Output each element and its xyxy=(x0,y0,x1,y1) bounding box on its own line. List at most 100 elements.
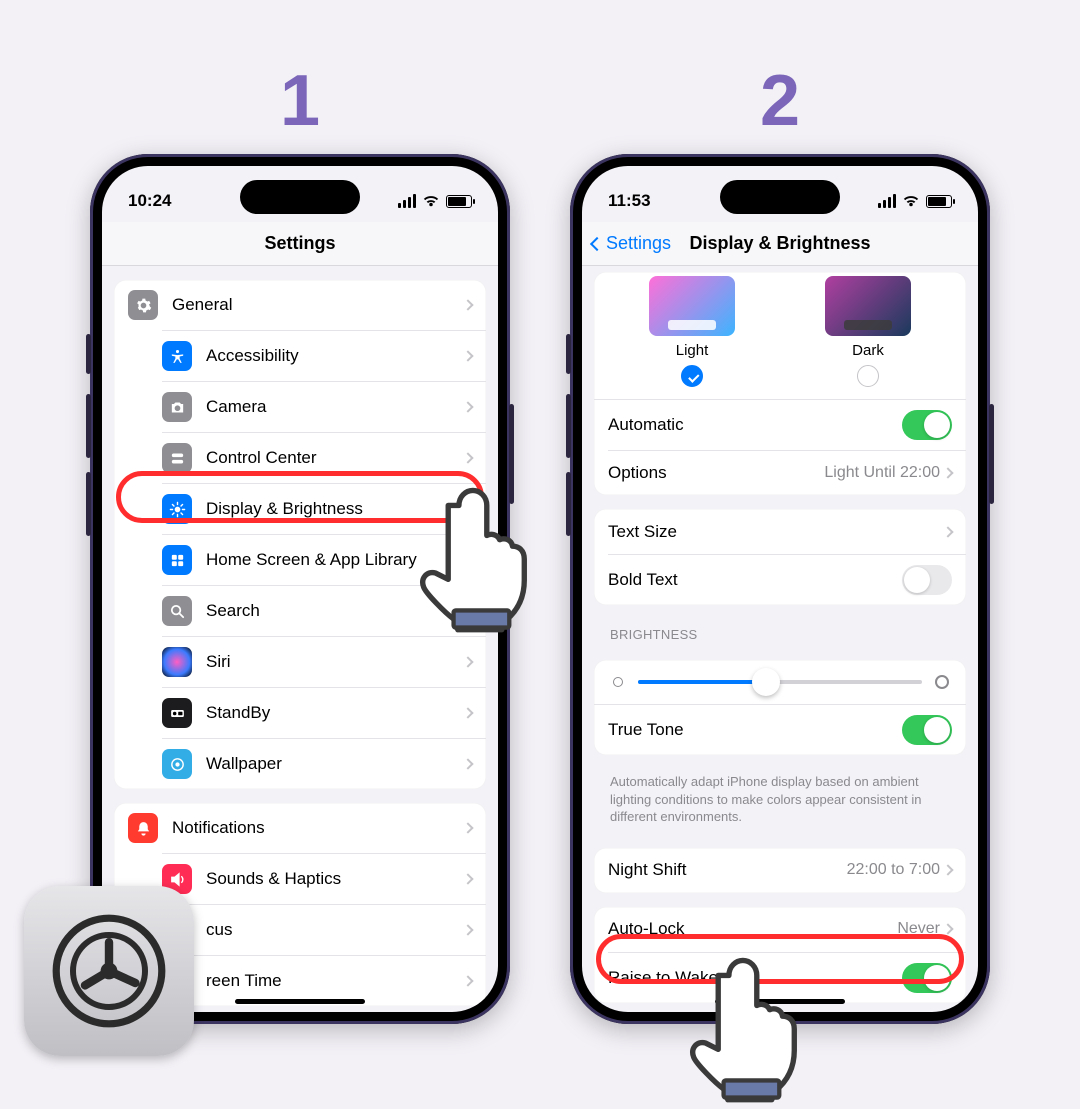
row-auto-lock[interactable]: Auto-Lock Never xyxy=(594,907,966,952)
toggle-on[interactable] xyxy=(902,410,952,440)
siri-icon xyxy=(162,647,192,677)
row-wallpaper[interactable]: Wallpaper xyxy=(162,738,486,789)
bell-icon xyxy=(128,813,158,843)
status-time: 10:24 xyxy=(128,191,171,211)
row-bold-text[interactable]: Bold Text xyxy=(608,554,966,605)
wallpaper-icon xyxy=(162,749,192,779)
settings-app-icon xyxy=(24,886,194,1056)
step-number-1: 1 xyxy=(280,60,320,142)
row-label: Control Center xyxy=(206,448,464,468)
wifi-icon xyxy=(902,194,920,208)
row-accessibility[interactable]: Accessibility xyxy=(162,330,486,381)
true-tone-footnote: Automatically adapt iPhone display based… xyxy=(594,769,966,834)
row-label: cus xyxy=(206,920,464,940)
slider-track[interactable] xyxy=(638,680,922,684)
page-title: Display & Brightness xyxy=(689,233,870,254)
page-title: Settings xyxy=(264,233,335,254)
radio-off-icon xyxy=(857,365,879,387)
row-raise-to-wake[interactable]: Raise to Wake xyxy=(608,952,966,1003)
cellular-icon xyxy=(878,194,896,208)
row-general[interactable]: General xyxy=(114,280,486,330)
row-true-tone[interactable]: True Tone xyxy=(594,704,966,755)
row-label: Automatic xyxy=(608,415,902,435)
row-control-center[interactable]: Control Center xyxy=(162,432,486,483)
chevron-right-icon xyxy=(462,656,473,667)
chevron-right-icon xyxy=(462,975,473,986)
nav-bar: Settings Display & Brightness xyxy=(582,222,978,266)
row-home-screen[interactable]: Home Screen & App Library xyxy=(162,534,486,585)
brightness-slider[interactable] xyxy=(594,660,966,704)
row-value: Never xyxy=(897,920,940,938)
chevron-right-icon xyxy=(462,299,473,310)
row-label: Display & Brightness xyxy=(206,499,464,519)
row-options[interactable]: Options Light Until 22:00 xyxy=(608,450,966,495)
row-label: StandBy xyxy=(206,703,464,723)
chevron-right-icon xyxy=(462,605,473,616)
chevron-right-icon xyxy=(462,758,473,769)
row-notifications[interactable]: Notifications xyxy=(114,803,486,853)
row-label: Siri xyxy=(206,652,464,672)
home-indicator xyxy=(235,999,365,1004)
toggle-off[interactable] xyxy=(902,565,952,595)
search-icon xyxy=(162,596,192,626)
row-label: Accessibility xyxy=(206,346,464,366)
row-value: Light Until 22:00 xyxy=(824,464,940,482)
row-search[interactable]: Search xyxy=(162,585,486,636)
chevron-right-icon xyxy=(462,350,473,361)
appearance-dark[interactable]: Dark xyxy=(825,276,911,387)
chevron-right-icon xyxy=(462,503,473,514)
row-camera[interactable]: Camera xyxy=(162,381,486,432)
row-label: Text Size xyxy=(608,522,944,542)
toggle-on[interactable] xyxy=(902,715,952,745)
row-standby[interactable]: StandBy xyxy=(162,687,486,738)
row-sounds[interactable]: Sounds & Haptics xyxy=(162,853,486,904)
battery-icon xyxy=(926,195,952,208)
phone-frame-2: 11:53 Settings Display & Brightness xyxy=(570,154,990,1024)
row-display-brightness[interactable]: Display & Brightness xyxy=(162,483,486,534)
row-automatic[interactable]: Automatic xyxy=(594,399,966,450)
chevron-right-icon xyxy=(942,923,953,934)
chevron-right-icon xyxy=(462,707,473,718)
dynamic-island xyxy=(240,180,360,214)
row-label: General xyxy=(172,295,464,315)
chevron-left-icon xyxy=(590,236,604,250)
appearance-light[interactable]: Light xyxy=(649,276,735,387)
toggle-on[interactable] xyxy=(902,963,952,993)
row-focus[interactable]: cus xyxy=(162,904,486,955)
row-label: Notifications xyxy=(172,818,464,838)
step-number-2: 2 xyxy=(760,60,800,142)
row-label: Auto-Lock xyxy=(608,919,897,939)
section-header-brightness: Brightness xyxy=(594,619,966,646)
appearance-picker: Light Dark xyxy=(594,272,966,399)
chevron-right-icon xyxy=(462,401,473,412)
row-label: Camera xyxy=(206,397,464,417)
row-night-shift[interactable]: Night Shift 22:00 to 7:00 xyxy=(594,848,966,893)
chevron-right-icon xyxy=(462,822,473,833)
standby-icon xyxy=(162,698,192,728)
row-text-size[interactable]: Text Size xyxy=(594,509,966,554)
row-siri[interactable]: Siri xyxy=(162,636,486,687)
appearance-label: Dark xyxy=(825,342,911,359)
row-label: Raise to Wake xyxy=(608,968,902,988)
cellular-icon xyxy=(398,194,416,208)
row-label: Wallpaper xyxy=(206,754,464,774)
chevron-right-icon xyxy=(942,864,953,875)
chevron-right-icon xyxy=(462,924,473,935)
row-value: 22:00 to 7:00 xyxy=(847,861,940,879)
chevron-right-icon xyxy=(942,526,953,537)
home-indicator xyxy=(715,999,845,1004)
back-button[interactable]: Settings xyxy=(592,233,671,254)
row-label: reen Time xyxy=(206,971,464,991)
wifi-icon xyxy=(422,194,440,208)
chevron-right-icon xyxy=(462,554,473,565)
appearance-label: Light xyxy=(649,342,735,359)
row-label: Sounds & Haptics xyxy=(206,869,464,889)
status-time: 11:53 xyxy=(608,191,651,211)
nav-bar: Settings xyxy=(102,222,498,266)
light-thumbnail xyxy=(649,276,735,336)
accessibility-icon xyxy=(162,341,192,371)
row-label: Search xyxy=(206,601,464,621)
brightness-icon xyxy=(162,494,192,524)
dynamic-island xyxy=(720,180,840,214)
row-label: Home Screen & App Library xyxy=(206,550,464,570)
